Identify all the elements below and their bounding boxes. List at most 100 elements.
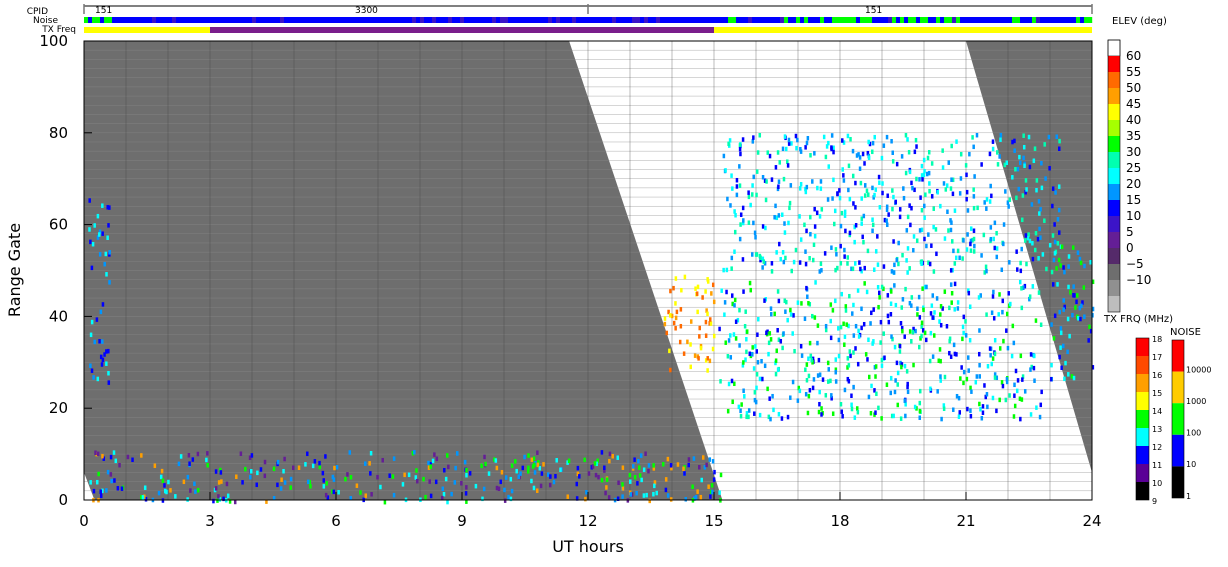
echo-cell [774,203,777,209]
echo-cell [906,389,910,395]
echo-cell [94,450,97,456]
echo-cell [1041,252,1045,257]
echo-cell [696,284,700,290]
echo-cell [854,323,858,329]
echo-cell [638,465,641,470]
echo-cell [953,261,957,266]
echo-cell [523,454,526,460]
echo-cell [391,474,395,479]
echo-cell [93,339,96,345]
echo-cell [587,471,591,476]
echo-cell [376,474,379,480]
echo-cell [687,457,691,462]
echo-cell [1005,328,1008,333]
echo-cell [359,490,362,495]
echo-cell [674,301,677,306]
echo-cell [863,161,866,166]
echo-cell [99,489,102,494]
echo-cell [904,286,907,292]
noise-cell [720,17,725,23]
echo-cell [642,493,646,498]
echo-cell [806,135,810,141]
echo-cell [891,159,895,164]
echo-cell [796,300,800,305]
echo-cell [942,406,946,412]
echo-cell [939,312,942,317]
noise-cell [964,17,969,23]
echo-cell [807,356,810,361]
echo-cell [549,474,552,479]
echo-cell [604,490,607,496]
echo-cell [863,193,867,198]
echo-cell [813,224,817,229]
echo-cell [829,335,833,341]
echo-cell [972,187,975,192]
echo-cell [867,139,870,145]
echo-cell [958,255,961,261]
echo-cell [692,456,696,461]
echo-cell [995,408,998,414]
echo-cell [774,358,778,363]
echo-cell [880,363,884,368]
echo-cell [693,353,697,358]
echo-cell [964,319,967,324]
echo-cell [753,397,757,403]
echo-cell [804,367,807,372]
echo-cell [1033,353,1036,359]
colorbar-swatch [1136,338,1149,356]
echo-cell [885,382,889,387]
echo-cell [655,490,658,496]
echo-cell [737,404,741,410]
echo-cell [833,208,837,214]
echo-cell [965,196,968,202]
echo-cell [1079,316,1082,322]
echo-cell [843,247,846,253]
echo-cell [819,186,823,191]
echo-cell [309,484,312,489]
echo-cell [1013,393,1016,398]
echo-cell [282,468,285,474]
echo-cell [825,144,829,149]
echo-cell [283,480,287,485]
echo-cell [672,320,676,326]
noise-cell [284,17,289,23]
noise-cell [860,17,865,23]
echo-cell [143,485,147,490]
echo-cell [848,230,852,236]
noise-cell [612,17,617,23]
noise-cell [312,17,317,23]
echo-cell [764,225,767,231]
echo-cell [324,492,328,498]
echo-cell [873,192,876,198]
echo-cell [991,356,995,361]
noise-cell [624,17,629,23]
echo-cell [835,252,838,257]
echo-cell [719,472,723,478]
echo-cell [348,450,352,455]
echo-cell [177,461,181,467]
noise-cell [1076,17,1081,23]
echo-cell [720,288,723,293]
noise-cell [732,17,737,23]
echo-cell [1050,322,1053,327]
echo-cell [1004,189,1007,194]
echo-cell [893,283,896,288]
echo-cell [739,212,743,217]
colorbar-label: 11 [1152,461,1162,470]
echo-cell [842,173,845,178]
noise-cell [428,17,433,23]
echo-cell [429,464,432,469]
echo-cell [189,488,192,493]
noise-cell [948,17,953,23]
echo-cell [834,357,838,362]
echo-cell [818,372,822,377]
echo-cell [846,261,849,266]
echo-cell [504,475,508,480]
noise-cell [784,17,789,23]
echo-cell [992,289,995,295]
echo-cell [616,455,620,460]
colorbar-label: 17 [1152,353,1162,362]
echo-cell [834,247,838,252]
echo-cell [868,374,871,380]
echo-cell [726,196,729,202]
